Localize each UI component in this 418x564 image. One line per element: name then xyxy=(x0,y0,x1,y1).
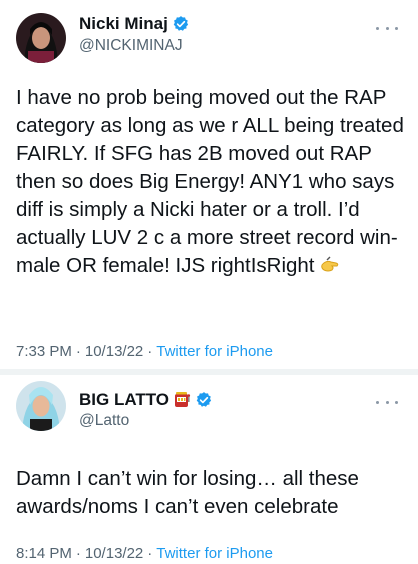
tweet-meta: 7:33 PM · 10/13/22 · Twitter for iPhone xyxy=(16,343,273,360)
tweet-text-content: I have no prob being moved out the RAP c… xyxy=(16,86,404,277)
meta-separator: · xyxy=(147,545,153,562)
slot-machine-emoji-icon xyxy=(173,391,191,409)
author-handle[interactable]: @Latto xyxy=(79,412,129,430)
verified-badge-icon xyxy=(172,15,190,33)
author-name-row: BIG LATTO xyxy=(79,390,213,410)
avatar[interactable] xyxy=(16,381,66,431)
tweet-time[interactable]: 7:33 PM xyxy=(16,343,72,360)
tweet-source-link[interactable]: Twitter for iPhone xyxy=(156,343,273,360)
meta-separator: · xyxy=(75,343,81,360)
tweet-nicki-minaj[interactable]: Nicki Minaj @NICKIMINAJ I have no prob b… xyxy=(0,0,418,370)
author-handle[interactable]: @NICKIMINAJ xyxy=(79,37,183,55)
author-name-row: Nicki Minaj xyxy=(79,14,190,34)
author-name[interactable]: BIG LATTO xyxy=(79,390,169,410)
pinching-hand-emoji-icon xyxy=(319,254,341,272)
more-options-icon[interactable] xyxy=(376,24,398,32)
tweet-text: I have no prob being moved out the RAP c… xyxy=(16,84,406,280)
tweet-source-link[interactable]: Twitter for iPhone xyxy=(156,545,273,562)
tweet-text: Damn I can’t win for losing… all these a… xyxy=(16,467,359,518)
author-name[interactable]: Nicki Minaj xyxy=(79,14,168,34)
verified-badge-icon xyxy=(195,391,213,409)
avatar[interactable] xyxy=(16,13,66,63)
more-options-icon[interactable] xyxy=(376,398,398,406)
tweet-date[interactable]: 10/13/22 xyxy=(85,545,143,562)
meta-separator: · xyxy=(75,545,81,562)
tweet-date[interactable]: 10/13/22 xyxy=(85,343,143,360)
tweet-time[interactable]: 8:14 PM xyxy=(16,545,72,562)
tweet-meta: 8:14 PM · 10/13/22 · Twitter for iPhone xyxy=(16,545,273,562)
meta-separator: · xyxy=(147,343,153,360)
